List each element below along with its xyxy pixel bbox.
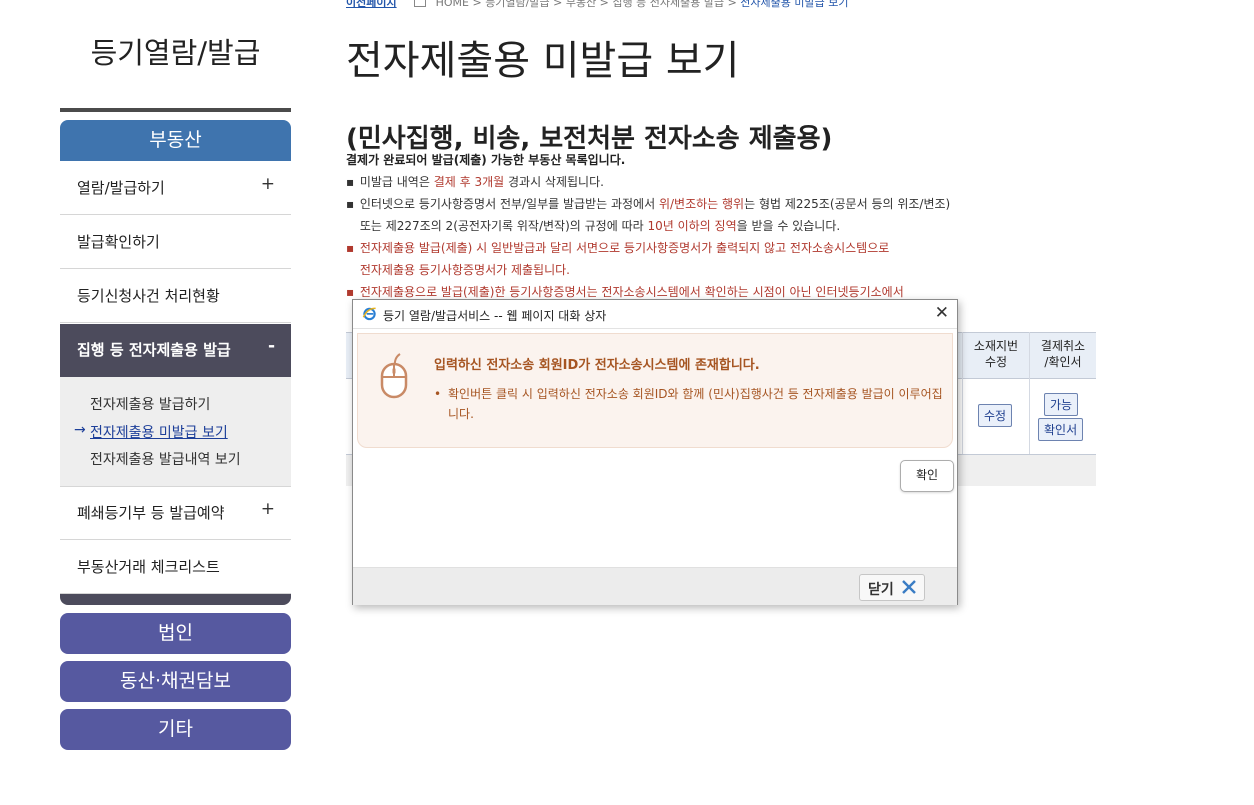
home-icon	[414, 0, 427, 7]
sidebar-item-label: 열람/발급하기	[77, 179, 165, 197]
sidebar-item-label: 폐쇄등기부 등 발급예약	[77, 504, 225, 522]
sidebar-item-checklist[interactable]: 부동산거래 체크리스트	[60, 541, 291, 594]
notice-text: 경과시 삭제됩니다.	[504, 175, 604, 189]
notice-text: 또는 제227조의 2(공전자기록 위작/변작)의 규정에 따라	[359, 219, 648, 233]
bullet-icon: ▪	[346, 285, 355, 299]
sidebar-item-label: 등기신청사건 처리현황	[77, 287, 220, 305]
dialog-message-box: 입력하신 전자소송 회원ID가 전자소송시스템에 존재합니다. • 확인버튼 클…	[357, 333, 953, 448]
section-subtitle: 결제가 완료되어 발급(제출) 가능한 부동산 목록입니다.	[346, 153, 626, 167]
notice-text: 전자제출용 등기사항증명서가 제출됩니다.	[359, 263, 570, 277]
notice-4: ▪ 전자제출용으로 발급(제출)한 등기사항증명서는 전자소송시스템에서 확인하…	[346, 283, 904, 300]
column-divider	[962, 332, 963, 454]
col-header-cancel: 결제취소 /확인서	[1040, 339, 1086, 369]
notice-2-cont: 또는 제227조의 2(공전자기록 위작/변작)의 규정에 따라 10년 이하의…	[346, 217, 840, 234]
dialog-message-text: 확인버튼 클릭 시 입력하신 전자소송 회원ID와 함께 (민사)집행사건 등 …	[448, 387, 943, 421]
dialog-titlebar[interactable]: 등기 열람/발급서비스 -- 웹 페이지 대화 상자 ✕	[353, 300, 957, 329]
plus-icon[interactable]: +	[261, 483, 275, 536]
column-divider	[1029, 332, 1030, 454]
section-title: (민사집행, 비송, 보전처분 전자소송 제출용)	[346, 124, 833, 154]
notice-text: 을 받을 수 있습니다.	[736, 219, 841, 233]
notice-1: ▪ 미발급 내역은 결제 후 3개월 경과시 삭제됩니다.	[346, 173, 604, 190]
sidebar-item-case-status[interactable]: 등기신청사건 처리현황	[60, 270, 291, 323]
dialog-message-body: • 확인버튼 클릭 시 입력하신 전자소송 회원ID와 함께 (민사)집행사건 …	[434, 384, 944, 424]
page-title: 전자제출용 미발급 보기	[346, 38, 740, 84]
dialog-title: 등기 열람/발급서비스 -- 웹 페이지 대화 상자	[383, 309, 607, 323]
sidebar-divider	[60, 108, 291, 112]
breadcrumb-path: HOME > 등기열람/발급 > 부동산 > 집행 등 전자제출용 발급 >	[435, 0, 741, 9]
bullet-icon: ▪	[346, 175, 355, 189]
sidebar-item-closed-registry[interactable]: 폐쇄등기부 등 발급예약 +	[60, 487, 291, 540]
close-button[interactable]: 닫기	[859, 574, 925, 601]
notice-text: 는 형법 제225조(공문서 등의 위조/변조)	[744, 197, 951, 211]
close-x-icon	[902, 580, 916, 594]
notice-text: 미발급 내역은	[359, 175, 434, 189]
breadcrumb: 이전페이지 HOME > 등기열람/발급 > 부동산 > 집행 등 전자제출용 …	[346, 0, 849, 9]
mouse-icon	[380, 353, 408, 399]
notice-text: 전자제출용 발급(제출) 시 일반발급과 달리 서면으로 등기사항증명서가 출력…	[359, 241, 890, 255]
notice-highlight: 10년 이하의 징역	[647, 219, 737, 233]
web-page-dialog: 등기 열람/발급서비스 -- 웹 페이지 대화 상자 ✕ 입력하신 전자소송 회…	[352, 299, 958, 605]
sidebar-submenu: 전자제출용 발급하기 → 전자제출용 미발급 보기 전자제출용 발급내역 보기	[60, 377, 291, 487]
dialog-footer: 닫기	[353, 567, 957, 605]
notice-2: ▪ 인터넷으로 등기사항증명서 전부/일부를 발급받는 과정에서 위/변조하는 …	[346, 195, 950, 212]
sidebar-category-movables[interactable]: 동산·채권담보	[60, 661, 291, 702]
sidebar-section-realestate[interactable]: 부동산	[60, 120, 291, 161]
notice-text: 전자제출용으로 발급(제출)한 등기사항증명서는 전자소송시스템에서 확인하는 …	[359, 285, 904, 299]
sidebar-category-other[interactable]: 기타	[60, 709, 291, 750]
notice-highlight: 결제 후 3개월	[433, 175, 505, 189]
breadcrumb-current: 전자제출용 미발급 보기	[740, 0, 849, 9]
sidebar-footer-bar	[60, 594, 291, 605]
notice-text: 인터넷으로 등기사항증명서 전부/일부를 발급받는 과정에서	[359, 197, 659, 211]
cancel-possible-button[interactable]: 가능	[1044, 393, 1079, 416]
submenu-item-label: 전자제출용 미발급 보기	[90, 425, 228, 441]
close-icon[interactable]: ✕	[935, 303, 949, 323]
sidebar-category-corporation[interactable]: 법인	[60, 613, 291, 654]
col-header-location: 소재지번 수정	[973, 339, 1019, 369]
bullet-icon: •	[434, 387, 442, 401]
sidebar-item-label: 부동산거래 체크리스트	[77, 558, 220, 576]
submenu-item-unissued[interactable]: → 전자제출용 미발급 보기	[74, 422, 228, 442]
confirmation-button[interactable]: 확인서	[1038, 418, 1084, 441]
bullet-icon: ▪	[346, 197, 355, 211]
arrow-right-icon: →	[74, 422, 86, 438]
submenu-item-issue[interactable]: 전자제출용 발급하기	[90, 394, 210, 414]
sidebar-item-label: 발급확인하기	[77, 233, 160, 251]
minus-icon[interactable]: -	[268, 320, 275, 373]
close-button-label: 닫기	[868, 582, 894, 598]
notice-3-cont: 전자제출용 등기사항증명서가 제출됩니다.	[346, 261, 570, 278]
edit-location-button[interactable]: 수정	[978, 404, 1013, 427]
dialog-message-heading: 입력하신 전자소송 회원ID가 전자소송시스템에 존재합니다.	[434, 358, 760, 373]
notice-highlight: 위/변조하는 행위	[658, 197, 745, 211]
sidebar-item-issue-check[interactable]: 발급확인하기	[60, 216, 291, 269]
internet-explorer-icon	[362, 307, 376, 321]
submenu-item-history[interactable]: 전자제출용 발급내역 보기	[90, 449, 241, 469]
bullet-icon: ▪	[346, 241, 355, 255]
sidebar-item-electronic-submission[interactable]: 집행 등 전자제출용 발급 -	[60, 324, 291, 377]
sidebar-title: 등기열람/발급	[90, 36, 261, 70]
notice-3: ▪ 전자제출용 발급(제출) 시 일반발급과 달리 서면으로 등기사항증명서가 …	[346, 239, 889, 256]
ok-button[interactable]: 확인	[900, 460, 954, 492]
sidebar-item-label: 집행 등 전자제출용 발급	[77, 341, 231, 359]
plus-icon[interactable]: +	[261, 158, 275, 211]
sidebar-item-view-issue[interactable]: 열람/발급하기 +	[60, 162, 291, 215]
back-link[interactable]: 이전페이지	[346, 0, 397, 9]
